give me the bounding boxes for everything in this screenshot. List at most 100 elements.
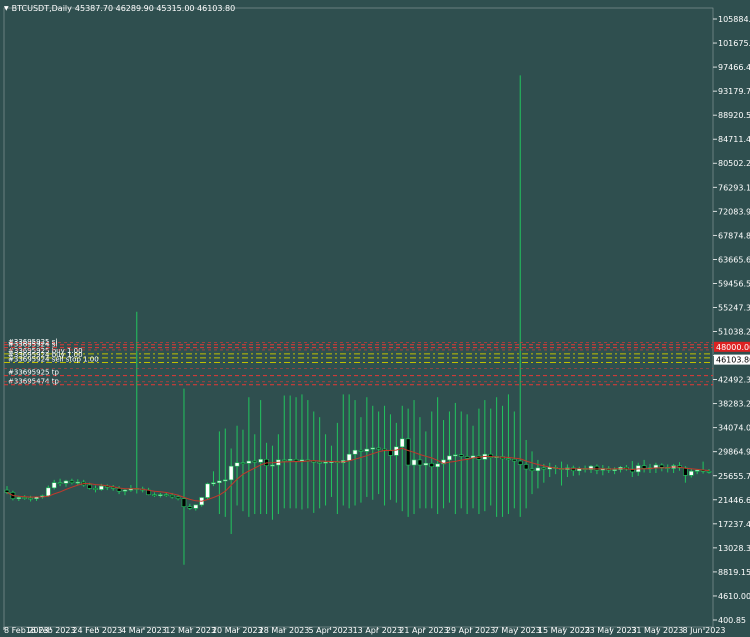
candle-body bbox=[228, 465, 234, 481]
order-label: #33695925 tp bbox=[8, 369, 59, 377]
candle-body bbox=[240, 462, 246, 465]
candle-body bbox=[358, 449, 364, 452]
plot-frame bbox=[3, 7, 714, 628]
candle-body bbox=[4, 489, 10, 493]
candle-body bbox=[517, 460, 523, 465]
time-tick-label: 28 Mar 2023 bbox=[259, 626, 310, 635]
candle-body bbox=[281, 459, 287, 462]
candle-body bbox=[63, 480, 69, 484]
price-tick-label: 93179.70 bbox=[718, 87, 750, 96]
candle-body bbox=[193, 504, 199, 509]
price-tick-label: 72083.95 bbox=[718, 207, 750, 216]
candle-body bbox=[169, 494, 175, 498]
candle-body bbox=[222, 479, 228, 482]
candle-body bbox=[376, 447, 381, 450]
candle-body bbox=[535, 467, 541, 472]
price-tick-label: 42492.35 bbox=[718, 376, 750, 385]
price-tick-label: 105884.20 bbox=[718, 15, 750, 24]
candle-body bbox=[405, 438, 411, 466]
candle-body bbox=[252, 460, 258, 463]
candle-body bbox=[93, 488, 98, 490]
candle-body bbox=[69, 480, 75, 483]
candle-body bbox=[411, 459, 417, 466]
candle-body bbox=[205, 483, 210, 498]
candle-body bbox=[429, 463, 435, 468]
candle-bodies bbox=[4, 438, 712, 509]
price-tags: 48000.00 46103.80 bbox=[714, 341, 750, 365]
candle-body bbox=[187, 506, 193, 509]
candle-body bbox=[323, 461, 328, 464]
candle-body bbox=[394, 446, 399, 456]
chart-window[interactable]: #33695925 sl #33695924 sl #33695925 buy 1.… bbox=[0, 0, 750, 637]
candle-body bbox=[152, 494, 157, 496]
dropdown-arrow-icon[interactable]: ▼ bbox=[4, 5, 9, 12]
price-tick-label: 8819.15 bbox=[718, 568, 750, 577]
price-tick-label: 400.85 bbox=[718, 616, 746, 625]
candle-body bbox=[417, 459, 423, 466]
axes: 105884.20 101675.55 97466.40 93179.70 88920.… bbox=[3, 15, 750, 635]
candle-body bbox=[99, 485, 104, 490]
candle-body bbox=[659, 464, 665, 468]
candle-body bbox=[694, 469, 700, 472]
candle-body bbox=[352, 449, 358, 455]
candle-body bbox=[116, 488, 122, 492]
time-tick-label: 23 May 2023 bbox=[585, 626, 637, 635]
candle-body bbox=[506, 458, 511, 461]
candle-body bbox=[234, 462, 240, 467]
price-tick-label: 25655.75 bbox=[718, 472, 750, 481]
price-tick-label: 59456.50 bbox=[718, 279, 750, 288]
price-tick-label: 101675.55 bbox=[718, 39, 750, 48]
candle-body bbox=[435, 463, 440, 468]
price-chart[interactable]: #33695925 sl#33695924 sl#33695925 buy 1.… bbox=[0, 0, 750, 637]
candle-body bbox=[529, 468, 535, 472]
candle-body bbox=[258, 459, 263, 463]
order-lines[interactable]: #33695925 sl#33695924 sl#33695925 buy 1.… bbox=[4, 338, 713, 386]
candle-body bbox=[399, 438, 405, 448]
candle-body bbox=[311, 460, 317, 463]
price-tick-label: 34074.05 bbox=[718, 424, 750, 433]
time-tick-label: 4 Mar 2023 bbox=[121, 626, 167, 635]
price-tick-label: 13028.30 bbox=[718, 544, 750, 553]
price-tick-label: 88920.55 bbox=[718, 111, 750, 120]
grid bbox=[3, 7, 714, 628]
candle-body bbox=[364, 448, 370, 452]
time-tick-label: 7 May 2023 bbox=[494, 626, 541, 635]
time-tick-label: 24 Feb 2023 bbox=[72, 626, 122, 635]
candle-body bbox=[211, 482, 216, 485]
price-tick-label: 51038.20 bbox=[718, 328, 750, 337]
price-tick-label: 97466.40 bbox=[718, 63, 750, 72]
sl-price-tag-label: 48000.00 bbox=[716, 343, 750, 352]
candle-body bbox=[641, 465, 647, 469]
candle-body bbox=[28, 497, 33, 500]
price-tick-label: 76293.10 bbox=[718, 183, 750, 192]
candle-body bbox=[523, 464, 529, 470]
candle-body bbox=[346, 453, 352, 461]
time-tick-label: 12 Mar 2023 bbox=[165, 626, 216, 635]
price-tick-label: 21446.60 bbox=[718, 496, 750, 505]
candle-body bbox=[594, 465, 600, 471]
candle-body bbox=[16, 497, 22, 499]
candle-body bbox=[57, 482, 63, 484]
candle-body bbox=[458, 454, 464, 457]
candle-body bbox=[75, 481, 81, 484]
candle-body bbox=[464, 456, 470, 459]
order-label: #33695474 tp bbox=[8, 378, 59, 386]
moving-average-line bbox=[6, 447, 710, 502]
candle-body bbox=[512, 459, 517, 462]
chart-title-bar: ▼ BTCUSDT,Daily 45387.70 46289.90 45315.… bbox=[4, 4, 235, 13]
symbol-timeframe: BTCUSDT,Daily bbox=[11, 4, 72, 13]
candle-body bbox=[453, 454, 458, 457]
candle-body bbox=[163, 494, 169, 496]
price-tick-label: 84711.40 bbox=[718, 135, 750, 144]
price-tick-label: 67874.80 bbox=[718, 231, 750, 240]
candle-body bbox=[706, 470, 712, 473]
time-tick-label: 21 Apr 2023 bbox=[399, 626, 448, 635]
price-tick-label: 63665.65 bbox=[718, 255, 750, 264]
candle-body bbox=[317, 461, 322, 464]
candle-body bbox=[541, 467, 547, 470]
time-tick-label: 20 Mar 2023 bbox=[212, 626, 263, 635]
price-tick-label: 80502.25 bbox=[718, 159, 750, 168]
candle-body bbox=[683, 467, 688, 476]
candle-body bbox=[293, 459, 299, 462]
candle-body bbox=[689, 470, 694, 476]
